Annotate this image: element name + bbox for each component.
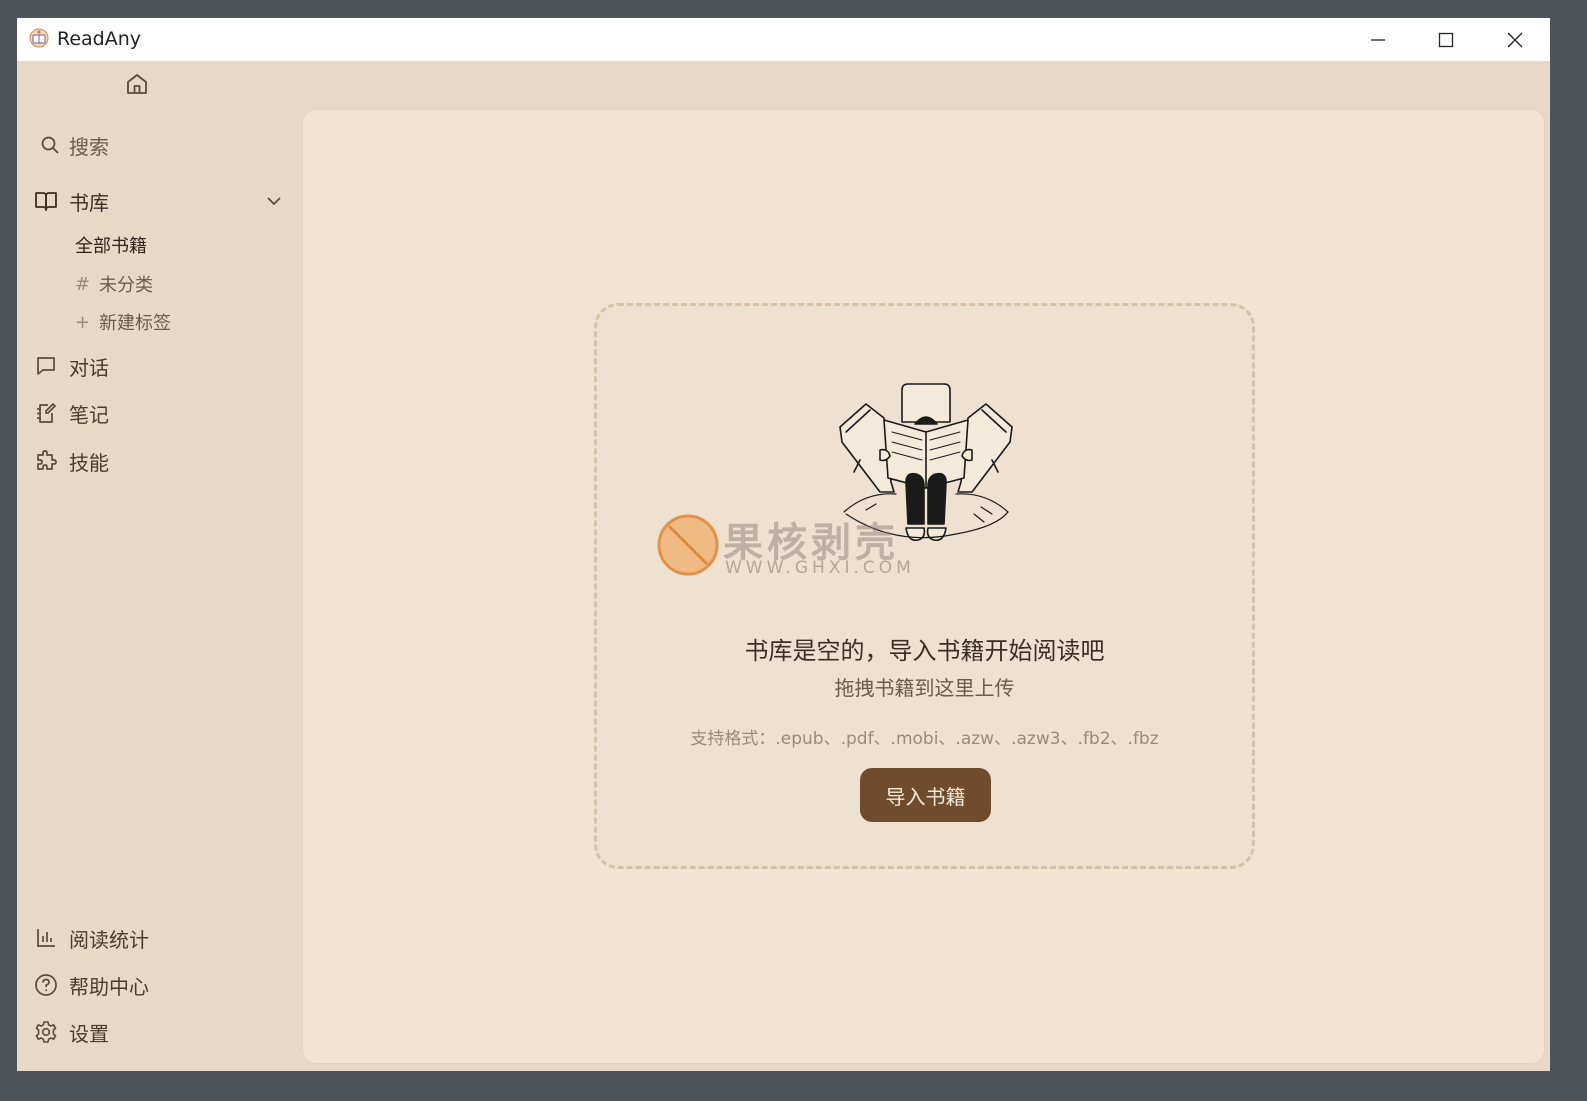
supported-formats: 支持格式：.epub、.pdf、.mobi、.azw、.azw3、.fb2、.f… (690, 729, 1159, 749)
book-open-icon (33, 188, 59, 214)
sidebar-item-help-center[interactable]: 帮助中心 (33, 969, 149, 1001)
close-icon (1507, 32, 1523, 47)
search-label: 搜索 (69, 134, 109, 159)
sidebar-item-library[interactable]: 书库 (33, 185, 287, 217)
sidebar-item-all-books[interactable]: 全部书籍 (75, 231, 147, 259)
close-button[interactable] (1481, 18, 1549, 61)
sidebar-item-skills[interactable]: 技能 (33, 445, 109, 477)
maximize-icon (1438, 32, 1454, 47)
watermark: 果核剥壳 WWW.GHXI.COM (657, 514, 937, 584)
sidebar-item-uncategorized[interactable]: # 未分类 (75, 270, 153, 298)
sidebar-item-notes[interactable]: 笔记 (33, 397, 109, 429)
search-button[interactable]: 搜索 (39, 129, 109, 161)
search-icon (39, 132, 61, 158)
skills-label: 技能 (69, 450, 109, 475)
uncategorized-label: 未分类 (99, 275, 153, 296)
sidebar-item-chat[interactable]: 对话 (33, 350, 109, 382)
home-icon (127, 74, 147, 94)
title-bar[interactable]: ReadAny (17, 18, 1550, 61)
chat-bubble-icon (33, 353, 59, 379)
minimize-icon (1371, 38, 1385, 41)
plus-icon: + (75, 311, 91, 333)
reading-stats-label: 阅读统计 (69, 927, 149, 952)
help-circle-icon (33, 972, 59, 998)
library-panel: 果核剥壳 WWW.GHXI.COM 书库是空的，导入书籍开始阅读吧 拖拽书籍到这… (302, 109, 1545, 1064)
watermark-url: WWW.GHXI.COM (725, 558, 915, 578)
notebook-pen-icon (33, 400, 59, 426)
sidebar: 搜索 书库 全部书籍 # 未分类 + 新建标签 对话 笔记 技能 阅读统计 帮助… (17, 61, 302, 1071)
gear-icon (33, 1019, 59, 1045)
sidebar-item-settings[interactable]: 设置 (33, 1016, 109, 1048)
empty-library-title: 书库是空的，导入书籍开始阅读吧 (744, 637, 1105, 665)
maximize-button[interactable] (1412, 18, 1480, 61)
app-title: ReadAny (57, 28, 142, 50)
sidebar-item-reading-stats[interactable]: 阅读统计 (33, 922, 149, 954)
drag-hint: 拖拽书籍到这里上传 (834, 676, 1015, 700)
settings-label: 设置 (69, 1021, 109, 1046)
minimize-button[interactable] (1344, 18, 1412, 61)
watermark-logo-icon (657, 514, 719, 576)
home-button[interactable] (123, 70, 151, 98)
help-center-label: 帮助中心 (69, 974, 149, 999)
notes-label: 笔记 (69, 402, 109, 427)
bar-chart-icon (33, 925, 59, 951)
chevron-down-icon[interactable] (261, 188, 287, 214)
new-tag-label: 新建标签 (99, 313, 171, 334)
all-books-label: 全部书籍 (75, 236, 147, 257)
library-label: 书库 (69, 190, 109, 215)
app-window: ReadAny 搜索 书库 全部书籍 # 未分类 + 新建标签 对话 笔记 技能… (17, 18, 1550, 1071)
puzzle-icon (33, 448, 59, 474)
book-dropzone[interactable]: 果核剥壳 WWW.GHXI.COM 书库是空的，导入书籍开始阅读吧 拖拽书籍到这… (594, 303, 1255, 869)
app-logo-icon (28, 27, 50, 49)
hash-icon: # (75, 273, 91, 295)
chat-label: 对话 (69, 355, 109, 380)
new-tag-button[interactable]: + 新建标签 (75, 308, 171, 336)
import-books-button[interactable]: 导入书籍 (860, 768, 991, 822)
